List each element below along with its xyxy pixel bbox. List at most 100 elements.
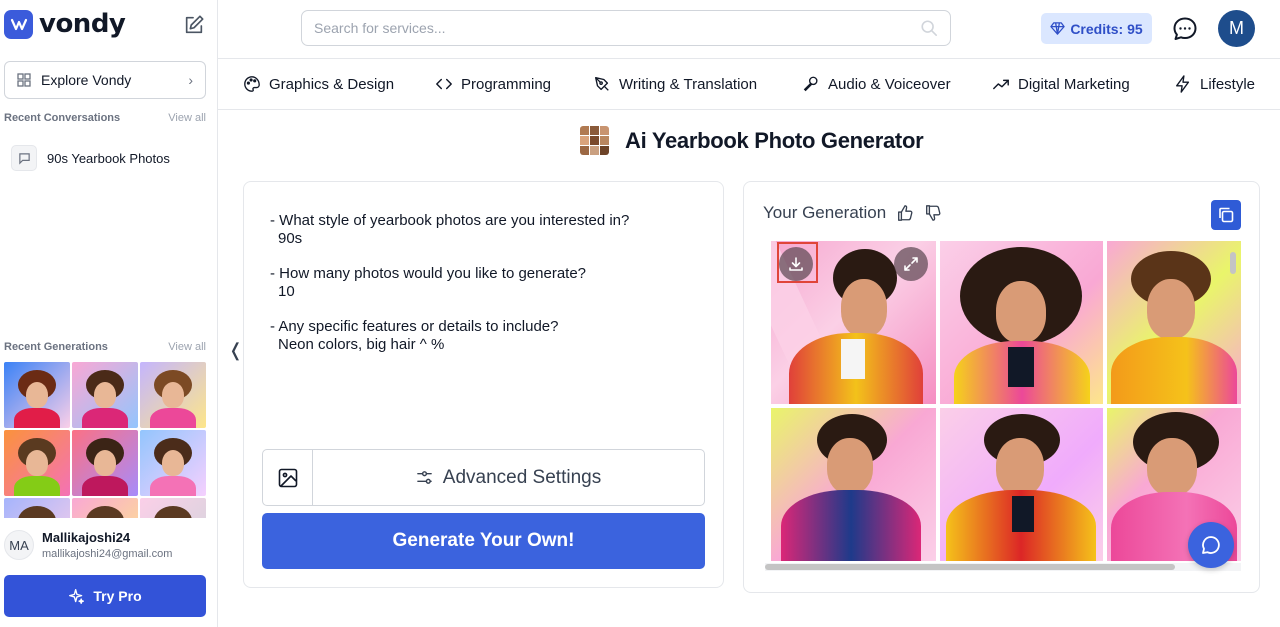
generation-header: Your Generation xyxy=(763,203,942,223)
generation-title: Your Generation xyxy=(763,203,887,222)
recent-conversations-header: Recent Conversations View all xyxy=(4,112,206,124)
generation-thumbnail[interactable] xyxy=(4,430,70,496)
prompt-question: - What style of yearbook photos are you … xyxy=(270,212,630,229)
user-profile[interactable]: MA Mallikajoshi24 mallikajoshi24@gmail.c… xyxy=(4,530,172,560)
sliders-icon xyxy=(416,471,432,484)
image-icon xyxy=(278,468,297,487)
vondy-logo-icon xyxy=(4,9,33,39)
expand-icon[interactable] xyxy=(894,247,928,281)
horizontal-scrollbar[interactable] xyxy=(765,564,1175,570)
category-digital-marketing[interactable]: Digital Marketing xyxy=(992,70,1174,98)
category-writing-translation[interactable]: Writing & Translation xyxy=(593,70,802,98)
copy-icon[interactable] xyxy=(1211,200,1241,230)
prompt-answer: 10 xyxy=(278,283,295,300)
advanced-settings-button[interactable]: Advanced Settings xyxy=(313,450,704,505)
explore-vondy-label: Explore Vondy xyxy=(41,72,132,88)
recent-generations-view-all[interactable]: View all xyxy=(168,341,206,353)
header-divider xyxy=(218,58,1280,59)
category-graphics-design[interactable]: Graphics & Design xyxy=(243,70,435,98)
generation-thumbnail[interactable] xyxy=(4,498,70,518)
category-label: Graphics & Design xyxy=(269,75,395,93)
category-lifestyle[interactable]: Lifestyle xyxy=(1174,70,1274,98)
chat-bubble-icon xyxy=(11,145,37,171)
category-label: Audio & Voiceover xyxy=(828,75,951,93)
logo[interactable]: vondy xyxy=(4,9,126,39)
messages-icon[interactable] xyxy=(1171,15,1199,43)
generated-images-gallery xyxy=(771,241,1241,561)
recent-generations-grid xyxy=(4,362,206,518)
generated-image[interactable] xyxy=(1107,241,1241,404)
conversation-item[interactable]: 90s Yearbook Photos xyxy=(11,145,170,171)
chat-icon xyxy=(1202,536,1220,554)
prompt-answer: 90s xyxy=(278,230,303,247)
chevron-right-icon: › xyxy=(188,72,193,88)
credits-label: Credits: 95 xyxy=(1070,20,1143,37)
generation-thumbnail[interactable] xyxy=(72,430,138,496)
recent-conversations-title: Recent Conversations xyxy=(4,112,121,124)
prompt-answer: Neon colors, big hair ^ % xyxy=(278,336,445,353)
account-avatar[interactable]: M xyxy=(1218,10,1255,47)
category-label: Digital Marketing xyxy=(1018,75,1130,93)
diamond-icon xyxy=(1050,22,1066,35)
chat-support-button[interactable] xyxy=(1188,522,1234,568)
category-divider xyxy=(218,109,1280,110)
new-chat-icon[interactable] xyxy=(183,14,205,36)
generated-image[interactable] xyxy=(940,408,1103,561)
prompt-question: - How many photos would you like to gene… xyxy=(270,265,587,282)
user-email: mallikajoshi24@gmail.com xyxy=(42,548,173,560)
thumbs-up-icon[interactable] xyxy=(896,204,914,222)
sidebar: vondy Explore Vondy › Recent Conversatio… xyxy=(0,0,218,627)
page-title: Ai Yearbook Photo Generator xyxy=(625,127,924,153)
advanced-settings-label: Advanced Settings xyxy=(442,466,602,488)
microphone-icon xyxy=(803,76,818,92)
generation-thumbnail[interactable] xyxy=(4,362,70,428)
generation-thumbnail[interactable] xyxy=(72,498,138,518)
explore-vondy-button[interactable]: Explore Vondy › xyxy=(4,61,206,99)
tool-icon xyxy=(580,126,609,155)
grid-icon xyxy=(17,73,31,87)
generation-thumbnail[interactable] xyxy=(72,362,138,428)
prompt-question: - Any specific features or details to in… xyxy=(270,318,559,335)
search-icon[interactable] xyxy=(920,19,938,37)
code-icon xyxy=(436,78,452,90)
trend-up-icon xyxy=(993,79,1009,90)
try-pro-label: Try Pro xyxy=(93,588,142,604)
category-label: Lifestyle xyxy=(1200,75,1256,93)
try-pro-button[interactable]: Try Pro xyxy=(4,575,206,617)
generated-image[interactable] xyxy=(771,241,936,404)
user-name: Mallikajoshi24 xyxy=(42,530,131,545)
generation-thumbnail[interactable] xyxy=(140,498,206,518)
search-input[interactable] xyxy=(301,10,951,46)
lightning-icon xyxy=(1176,75,1190,93)
category-label: Programming xyxy=(461,75,552,93)
credits-badge[interactable]: Credits: 95 xyxy=(1041,13,1152,44)
pen-icon xyxy=(595,77,609,91)
generation-thumbnail[interactable] xyxy=(140,362,206,428)
tool-header: Ai Yearbook Photo Generator xyxy=(580,126,924,155)
generated-image[interactable] xyxy=(771,408,936,561)
upload-image-button[interactable] xyxy=(263,450,313,505)
generation-panel: Your Generation xyxy=(743,181,1260,593)
vertical-scrollbar[interactable] xyxy=(1230,252,1236,274)
recent-conversations-view-all[interactable]: View all xyxy=(168,112,206,124)
download-icon[interactable] xyxy=(779,247,813,281)
recent-generations-title: Recent Generations xyxy=(4,341,108,353)
collapse-sidebar-icon[interactable]: ❬ xyxy=(228,340,243,361)
palette-icon xyxy=(244,76,260,92)
generated-image[interactable] xyxy=(940,241,1103,404)
category-nav: Graphics & Design Programming Writing & … xyxy=(243,70,1274,98)
prompt-panel: - What style of yearbook photos are you … xyxy=(243,181,724,588)
category-programming[interactable]: Programming xyxy=(435,70,593,98)
generate-button[interactable]: Generate Your Own! xyxy=(262,513,705,569)
user-avatar: MA xyxy=(4,530,34,560)
sparkle-icon xyxy=(69,588,85,604)
recent-generations-header: Recent Generations View all xyxy=(4,341,206,353)
conversation-label: 90s Yearbook Photos xyxy=(47,150,170,166)
generation-thumbnail[interactable] xyxy=(140,430,206,496)
category-audio-voiceover[interactable]: Audio & Voiceover xyxy=(802,70,992,98)
brand-name: vondy xyxy=(39,9,126,39)
thumbs-down-icon[interactable] xyxy=(924,204,942,222)
prompt-text[interactable]: - What style of yearbook photos are you … xyxy=(270,212,690,354)
category-label: Writing & Translation xyxy=(619,75,758,93)
advanced-settings-bar: Advanced Settings xyxy=(262,449,705,506)
